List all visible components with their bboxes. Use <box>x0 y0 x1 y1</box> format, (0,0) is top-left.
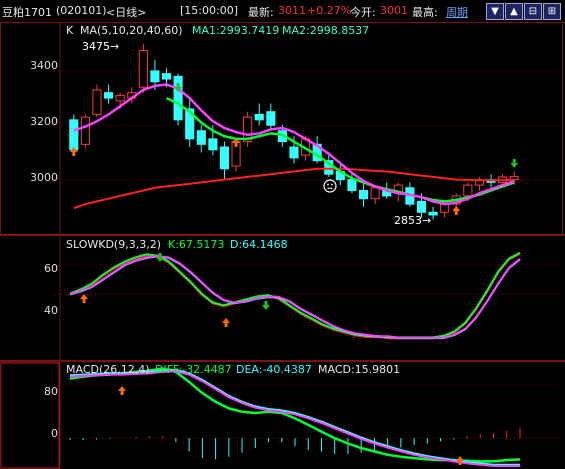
macd-histogram-value: MACD:15.9801 <box>318 363 401 376</box>
candle-body <box>254 113 264 121</box>
macd-tick-0: 0 <box>51 427 58 440</box>
candle-body <box>208 138 218 151</box>
latest-value: 3011 <box>278 4 306 17</box>
candle-body <box>92 89 102 115</box>
candle-body <box>161 73 172 80</box>
open-value: 3001 <box>380 4 408 17</box>
futures-chart-window: 豆粕1701 (020101) <日线> [15:00:00] 最新: 3011… <box>0 0 565 469</box>
kd-k-red-line <box>69 252 521 340</box>
candle-body <box>219 146 230 170</box>
kd-d-line <box>69 255 521 340</box>
candle-body <box>196 130 206 145</box>
kline-label: K <box>66 24 74 37</box>
candle-body <box>138 50 148 88</box>
ma2-label: MA2:2998.8537 <box>282 24 370 37</box>
candle-body <box>115 94 125 102</box>
low-price-marker: 2853→ <box>394 214 432 227</box>
up-arrow-button[interactable]: ▲ <box>505 3 523 20</box>
expand-button[interactable]: ⊞ <box>543 3 561 20</box>
buy-signal-arrow <box>222 318 230 327</box>
symbol-name: 豆粕1701 <box>2 6 52 19</box>
collapse-button[interactable]: ⊟ <box>524 3 542 20</box>
buy-signal-arrow <box>80 294 88 303</box>
kd-d-magenta-line <box>69 255 521 339</box>
down-arrow-button[interactable]: ▼ <box>486 3 504 20</box>
candle-body <box>370 187 380 200</box>
macd-diff-value: DIFF:-32.4487 <box>155 363 232 376</box>
price-tick-3400: 3400 <box>30 59 58 72</box>
kd-k-value: K:67.5173 <box>168 238 225 251</box>
sell-signal-arrow <box>510 159 519 168</box>
ma-params-label: MA(5,10,20,40,60) <box>80 24 183 37</box>
ma-green-line <box>165 96 515 203</box>
candle-body <box>104 92 114 99</box>
candle-body <box>266 111 276 126</box>
ma2-line <box>73 167 515 210</box>
slowkd-title: SLOWKD(9,3,3,2) <box>66 238 162 251</box>
kd-d-value: D:64.1468 <box>230 238 288 251</box>
macd-title: MACD(26,12,4) <box>66 363 150 376</box>
face-icon-eye <box>327 183 329 186</box>
sell-signal-arrow <box>156 253 164 262</box>
time-label: [15:00:00] <box>180 4 238 17</box>
candle-body <box>347 179 357 192</box>
macd-tick-80: 80 <box>44 385 58 398</box>
period-menu-link[interactable]: 周期 <box>446 4 468 20</box>
period-label: <日线> <box>106 6 147 19</box>
price-tick-3000: 3000 <box>30 171 58 184</box>
latest-label: 最新: <box>248 6 274 19</box>
kd-tick-40: 40 <box>44 304 58 317</box>
macd-dea-value: DEA:-40.4387 <box>236 363 312 376</box>
candle-body <box>150 70 160 83</box>
title-bar: 豆粕1701 (020101) <日线> [15:00:00] 最新: 3011… <box>0 0 565 23</box>
ma1-label: MA1:2993.7419 <box>192 24 280 37</box>
candle-body <box>289 146 299 159</box>
sell-signal-arrow <box>262 301 270 310</box>
high-price-marker: 3475→ <box>82 40 120 53</box>
symbol-code: (020101) <box>56 4 107 17</box>
buy-signal-arrow <box>452 206 461 215</box>
macd-side-box <box>0 362 60 469</box>
candle-body <box>358 190 369 200</box>
face-icon <box>323 179 337 193</box>
high-label: 最高: <box>412 6 438 19</box>
candle-body <box>416 200 427 213</box>
candle-body <box>80 116 90 145</box>
kd-tick-60: 60 <box>44 262 58 275</box>
open-label: 今开: <box>350 6 376 19</box>
price-tick-3200: 3200 <box>30 115 58 128</box>
candle-body <box>463 184 473 197</box>
face-icon-eye <box>331 183 333 186</box>
candle-body <box>69 119 79 151</box>
candle-body <box>173 75 183 121</box>
change-percent: +0.27% <box>307 4 352 17</box>
buy-signal-arrow <box>118 386 126 395</box>
